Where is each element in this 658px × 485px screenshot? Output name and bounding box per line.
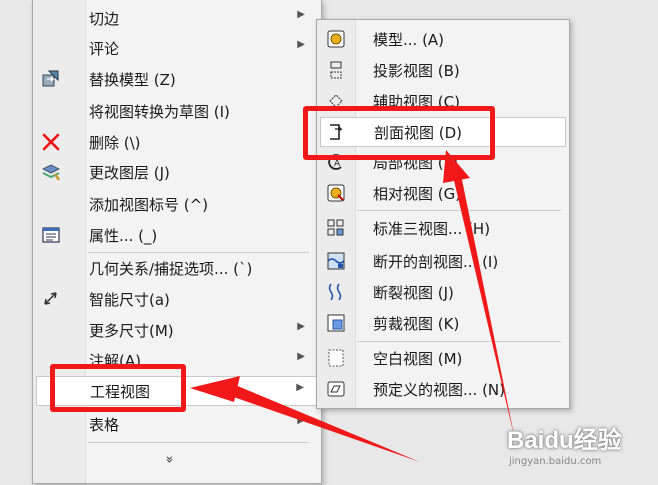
broken-out-section-icon — [326, 251, 346, 271]
submenu-item-relative-view[interactable]: 相对视图 (G) — [317, 179, 569, 207]
delete-x-icon — [41, 132, 61, 152]
submenu-arrow-icon: ▶ — [297, 351, 305, 362]
submenu-arrow-icon: ▶ — [297, 321, 305, 332]
menu-item-label: 更多尺寸(M) — [89, 322, 174, 340]
submenu-arrow-icon: ▶ — [296, 382, 304, 393]
submenu-item-predefined-view[interactable]: 预定义的视图... (N) — [317, 375, 569, 403]
menu-item-relations-snaps[interactable]: 几何关系/捕捉选项... (`) — [33, 254, 321, 282]
menu-item-label: 切边 — [89, 10, 120, 28]
menu-item-label: 将视图转换为草图 (I) — [89, 103, 230, 121]
drawing-views-submenu: 模型... (A) 投影视图 (B) 辅助视图 (C) 剖面视图 (D) A 局… — [316, 19, 570, 409]
menu-item-add-view-label[interactable]: 添加视图标号 (^) — [33, 190, 321, 218]
model-view-icon — [326, 29, 346, 49]
menu-item-change-layer[interactable]: 更改图层 (J) — [33, 158, 321, 186]
submenu-item-label: 剪裁视图 (K) — [373, 315, 460, 333]
smart-dimension-icon — [41, 289, 61, 309]
submenu-arrow-icon: ▶ — [297, 39, 305, 50]
submenu-item-label: 断开的剖视图... (I) — [373, 253, 499, 271]
menu-separator — [88, 442, 309, 443]
submenu-item-projected-view[interactable]: 投影视图 (B) — [317, 56, 569, 84]
menu-separator — [88, 252, 309, 253]
menu-item-delete[interactable]: 删除 (\) — [33, 128, 321, 156]
watermark-brand: Baidu经验 — [507, 427, 622, 454]
submenu-item-label: 预定义的视图... (N) — [373, 381, 505, 399]
projected-view-icon — [326, 60, 346, 80]
svg-text:A: A — [334, 159, 341, 169]
empty-view-icon — [326, 348, 346, 368]
expand-menu-chevron-icon[interactable]: » — [161, 456, 176, 464]
submenu-item-label: 投影视图 (B) — [373, 62, 460, 80]
submenu-item-label: 断裂视图 (J) — [373, 284, 454, 302]
menu-item-convert-to-sketch[interactable]: 将视图转换为草图 (I) — [33, 97, 321, 125]
standard-3-view-icon — [326, 218, 346, 238]
submenu-item-broken-out-section[interactable]: 断开的剖视图... (I) — [317, 247, 569, 275]
submenu-item-crop-view[interactable]: 剪裁视图 (K) — [317, 309, 569, 337]
annotation-box-section-view — [303, 106, 495, 160]
menu-item-trim-edge[interactable]: 切边 ▶ — [33, 4, 321, 32]
menu-item-label: 添加视图标号 (^) — [89, 196, 209, 214]
submenu-item-label: 空白视图 (M) — [373, 350, 463, 368]
layers-icon — [41, 162, 61, 182]
menu-item-replace-model[interactable]: 替换模型 (Z) — [33, 65, 321, 93]
submenu-item-model-view[interactable]: 模型... (A) — [317, 25, 569, 53]
menu-item-tables[interactable]: 表格 ▶ — [33, 410, 321, 438]
menu-item-label: 替换模型 (Z) — [89, 71, 176, 89]
menu-item-label: 属性... (_) — [89, 227, 158, 245]
submenu-separator — [357, 341, 561, 342]
break-view-icon — [326, 282, 346, 302]
watermark-site: jingyan.baidu.com — [509, 456, 602, 467]
menu-item-label: 更改图层 (J) — [89, 164, 170, 182]
menu-item-label: 表格 — [89, 416, 120, 434]
submenu-arrow-icon: ▶ — [297, 415, 305, 426]
menu-item-label: 删除 (\) — [89, 134, 141, 152]
predefined-view-icon — [326, 379, 346, 399]
relative-view-icon — [326, 183, 346, 203]
menu-item-label: 智能尺寸(a) — [89, 291, 170, 309]
submenu-item-label: 相对视图 (G) — [373, 185, 462, 203]
crop-view-icon — [326, 313, 346, 333]
annotation-box-drawing-views — [50, 364, 186, 412]
submenu-separator — [357, 210, 561, 211]
submenu-item-label: 模型... (A) — [373, 31, 445, 49]
menu-item-label: 评论 — [89, 40, 120, 58]
replace-model-icon — [41, 69, 61, 89]
submenu-item-standard-3-view[interactable]: 标准三视图... (H) — [317, 214, 569, 242]
submenu-item-label: 标准三视图... (H) — [373, 220, 491, 238]
submenu-item-empty-view[interactable]: 空白视图 (M) — [317, 344, 569, 372]
menu-item-comment[interactable]: 评论 ▶ — [33, 34, 321, 62]
properties-icon — [41, 225, 61, 245]
baidu-jingyan-watermark: Baidu经验 jingyan.baidu.com — [507, 420, 622, 467]
menu-item-smart-dimension[interactable]: 智能尺寸(a) — [33, 285, 321, 313]
submenu-arrow-icon: ▶ — [297, 9, 305, 20]
submenu-item-break-view[interactable]: 断裂视图 (J) — [317, 278, 569, 306]
menu-item-label: 几何关系/捕捉选项... (`) — [89, 260, 253, 278]
menu-item-more-dimensions[interactable]: 更多尺寸(M) ▶ — [33, 316, 321, 344]
menu-item-properties[interactable]: 属性... (_) — [33, 221, 321, 249]
